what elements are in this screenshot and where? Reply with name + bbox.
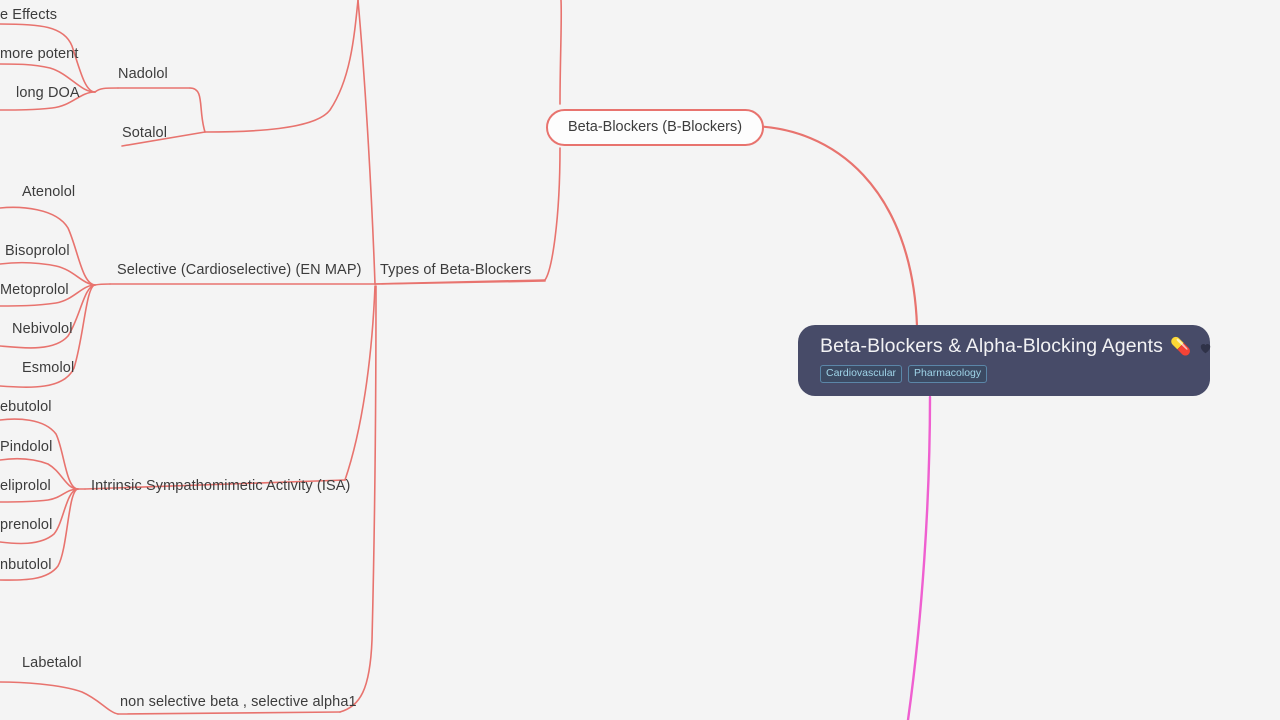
node-selective-cardioselective[interactable]: Selective (Cardioselective) (EN MAP) bbox=[117, 263, 362, 278]
leaf-sotalol[interactable]: Sotalol bbox=[122, 126, 167, 141]
edge-nadolol-join bbox=[189, 87, 206, 133]
heart-icon bbox=[1198, 341, 1213, 355]
edge-types-spine bbox=[374, 279, 546, 285]
edge-notes-converge bbox=[94, 87, 119, 93]
leaf-penbutolol[interactable]: nbutolol bbox=[0, 558, 52, 573]
leaf-celiprolol[interactable]: eliprolol bbox=[0, 479, 51, 494]
leaf-nebivolol[interactable]: Nebivolol bbox=[12, 322, 73, 337]
node-beta-blockers[interactable]: Beta-Blockers (B-Blockers) bbox=[546, 109, 765, 146]
edge-drug-labetalol bbox=[0, 681, 119, 715]
edge-trunk-up-left bbox=[357, 0, 376, 285]
edge-alphabeta-underline bbox=[117, 711, 341, 715]
leaf-metoprolol[interactable]: Metoprolol bbox=[0, 283, 69, 298]
edge-trunk-down-alpha bbox=[339, 285, 377, 713]
leaf-acebutolol[interactable]: ebutolol bbox=[0, 400, 52, 415]
mindmap-canvas[interactable]: Beta-Blockers & Alpha-Blocking Agents 💊 … bbox=[0, 0, 1280, 720]
node-intrinsic-sympathomimetic-activity[interactable]: Intrinsic Sympathomimetic Activity (ISA) bbox=[91, 479, 350, 494]
leaf-bisoprolol[interactable]: Bisoprolol bbox=[5, 244, 70, 259]
node-non-selective-beta-selective-alpha1[interactable]: non selective beta , selective alpha1 bbox=[120, 695, 357, 710]
leaf-nadolol[interactable]: Nadolol bbox=[118, 67, 168, 82]
edge-nadolol-group-trunk bbox=[204, 0, 359, 133]
edge-trunk-down-isa bbox=[344, 285, 376, 481]
tag-cardiovascular[interactable]: Cardiovascular bbox=[820, 365, 903, 384]
edge-betablockers-up bbox=[559, 0, 563, 105]
leaf-esmolol[interactable]: Esmolol bbox=[22, 361, 74, 376]
edge-betablockers-to-types bbox=[544, 147, 561, 281]
leaf-atenolol[interactable]: Atenolol bbox=[22, 185, 75, 200]
edge-selective-converge bbox=[94, 283, 111, 286]
page-title: Beta-Blockers & Alpha-Blocking Agents bbox=[820, 335, 1163, 357]
leaf-side-effects[interactable]: e Effects bbox=[0, 8, 57, 23]
leaf-long-doa[interactable]: long DOA bbox=[16, 86, 80, 101]
leaf-oxprenolol[interactable]: prenolol bbox=[0, 518, 52, 533]
root-title-row: Beta-Blockers & Alpha-Blocking Agents 💊 bbox=[820, 335, 1211, 357]
root-node[interactable]: Beta-Blockers & Alpha-Blocking Agents 💊 … bbox=[798, 325, 1211, 396]
leaf-labetalol[interactable]: Labetalol bbox=[22, 656, 82, 671]
edge-root-to-betablockers bbox=[746, 124, 919, 328]
leaf-pindolol[interactable]: Pindolol bbox=[0, 440, 52, 455]
tag-pharmacology[interactable]: Pharmacology bbox=[908, 365, 988, 384]
edge-root-secondary bbox=[906, 395, 932, 720]
leaf-more-potent[interactable]: more potent bbox=[0, 47, 78, 62]
root-tag-list: Cardiovascular Pharmacology bbox=[820, 365, 1190, 384]
edge-types-underline bbox=[374, 280, 546, 285]
node-types-of-beta-blockers[interactable]: Types of Beta-Blockers bbox=[380, 263, 531, 278]
pill-emoji: 💊 bbox=[1169, 337, 1192, 357]
